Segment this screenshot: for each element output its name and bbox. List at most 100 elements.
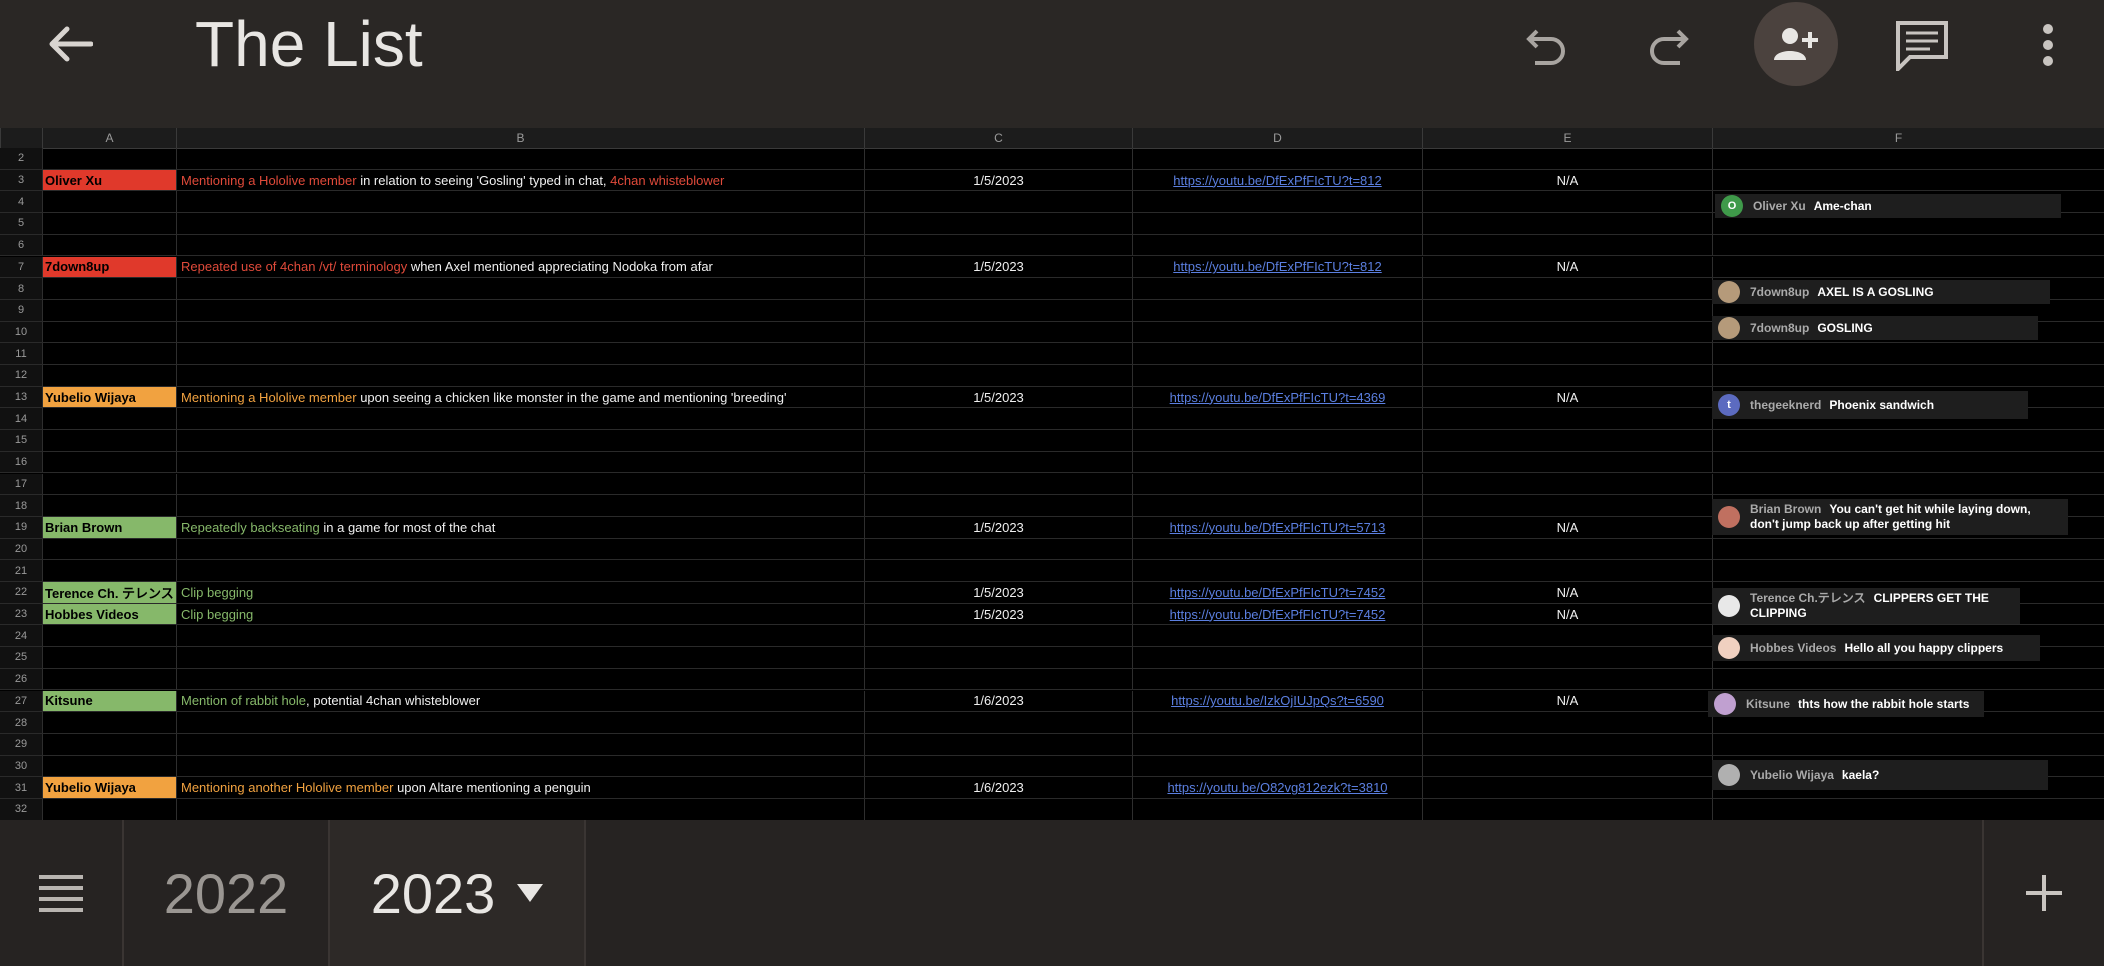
row-number[interactable]: 13 <box>0 386 42 408</box>
cell-a[interactable] <box>42 451 176 473</box>
cell-b[interactable] <box>176 451 864 473</box>
corner-cell[interactable] <box>0 128 42 148</box>
cell-b[interactable] <box>176 647 864 668</box>
cell-c[interactable] <box>864 365 1132 386</box>
spreadsheet-grid[interactable]: A B C D E F 2 3 Oliver Xu Mentioning a Holo… <box>0 128 2104 820</box>
date-cell[interactable]: 1/5/2023 <box>864 603 1132 625</box>
cell-e[interactable] <box>1422 755 1712 777</box>
cell-e[interactable] <box>1422 495 1712 516</box>
column-header-d[interactable]: D <box>1132 128 1422 148</box>
cell-c[interactable] <box>864 473 1132 495</box>
cell-b[interactable] <box>176 148 864 169</box>
cell-a[interactable] <box>42 560 176 581</box>
cell-b[interactable] <box>176 408 864 430</box>
row-number[interactable]: 19 <box>0 516 42 538</box>
cell-d[interactable] <box>1132 647 1422 668</box>
cell-a[interactable] <box>42 712 176 733</box>
date-cell[interactable]: 1/5/2023 <box>864 516 1132 538</box>
link-cell[interactable]: https://youtu.be/DfExPfFIcTU?t=7452 <box>1132 582 1422 603</box>
cell-a[interactable] <box>42 321 176 343</box>
column-header-e[interactable]: E <box>1422 128 1712 148</box>
cell-e[interactable] <box>1422 647 1712 668</box>
reason-cell[interactable]: Repeatedly backseating in a game for mos… <box>176 516 864 538</box>
cell-d[interactable] <box>1132 668 1422 690</box>
cell-e[interactable] <box>1422 321 1712 343</box>
cell-a[interactable] <box>42 668 176 690</box>
cell-c[interactable] <box>864 191 1132 213</box>
cell-d[interactable] <box>1132 495 1422 516</box>
cell-b[interactable] <box>176 733 864 755</box>
cell-f[interactable] <box>1712 668 2084 690</box>
cell-c[interactable] <box>864 451 1132 473</box>
cell-b[interactable] <box>176 213 864 234</box>
link-cell[interactable]: https://youtu.be/O82vg812ezk?t=3810 <box>1132 777 1422 798</box>
cell-c[interactable] <box>864 321 1132 343</box>
cell-d[interactable] <box>1132 625 1422 647</box>
row-number[interactable]: 15 <box>0 430 42 451</box>
video-link[interactable]: https://youtu.be/O82vg812ezk?t=3810 <box>1167 780 1387 795</box>
cell-f[interactable] <box>1712 733 2084 755</box>
reason-cell[interactable]: Mention of rabbit hole, potential 4chan … <box>176 690 864 712</box>
video-link[interactable]: https://youtu.be/DfExPfFIcTU?t=7452 <box>1170 585 1386 600</box>
cell-e[interactable] <box>1422 625 1712 647</box>
offender-name-cell[interactable]: Oliver Xu <box>42 169 176 191</box>
cell-a[interactable] <box>42 799 176 820</box>
cell-d[interactable] <box>1132 278 1422 299</box>
document-title[interactable]: The List <box>195 2 423 86</box>
cell-f[interactable] <box>1712 148 2084 169</box>
row-number[interactable]: 21 <box>0 560 42 581</box>
reason-cell[interactable]: Clip begging <box>176 582 864 603</box>
cell-c[interactable] <box>864 755 1132 777</box>
cell-e[interactable] <box>1422 148 1712 169</box>
reason-cell[interactable]: Mentioning another Hololive member upon … <box>176 777 864 798</box>
date-cell[interactable]: 1/5/2023 <box>864 386 1132 408</box>
cell-e[interactable] <box>1422 278 1712 299</box>
cell-d[interactable] <box>1132 712 1422 733</box>
cell-c[interactable] <box>864 213 1132 234</box>
cell-d[interactable] <box>1132 560 1422 581</box>
reason-cell[interactable]: Repeated use of 4chan /vt/ terminology w… <box>176 256 864 278</box>
cell-c[interactable] <box>864 278 1132 299</box>
row-number[interactable]: 20 <box>0 538 42 560</box>
date-cell[interactable]: 1/6/2023 <box>864 690 1132 712</box>
cell-f[interactable] <box>1712 234 2084 256</box>
reason-cell[interactable]: Clip begging <box>176 603 864 625</box>
cell-a[interactable] <box>42 365 176 386</box>
cell-f[interactable] <box>1712 560 2084 581</box>
cell-b[interactable] <box>176 299 864 321</box>
cell-f[interactable] <box>1712 256 2084 278</box>
cell-a[interactable] <box>42 538 176 560</box>
row-number[interactable]: 30 <box>0 755 42 777</box>
link-cell[interactable]: https://youtu.be/DfExPfFIcTU?t=7452 <box>1132 603 1422 625</box>
undo-icon[interactable] <box>1505 5 1585 85</box>
cell-d[interactable] <box>1132 321 1422 343</box>
cell-d[interactable] <box>1132 799 1422 820</box>
link-cell[interactable]: https://youtu.be/DfExPfFIcTU?t=812 <box>1132 169 1422 191</box>
cell-d[interactable] <box>1132 343 1422 364</box>
row-number[interactable]: 26 <box>0 668 42 690</box>
cell-d[interactable] <box>1132 234 1422 256</box>
cell-f[interactable] <box>1712 343 2084 364</box>
row-number[interactable]: 3 <box>0 169 42 191</box>
cell-a[interactable] <box>42 234 176 256</box>
cell-e[interactable] <box>1422 473 1712 495</box>
row-number[interactable]: 24 <box>0 625 42 647</box>
cell-b[interactable] <box>176 321 864 343</box>
cell-b[interactable] <box>176 799 864 820</box>
cell-d[interactable] <box>1132 473 1422 495</box>
cell-e[interactable] <box>1422 213 1712 234</box>
cell-c[interactable] <box>864 647 1132 668</box>
sheet-tab-2022[interactable]: 2022 <box>124 820 330 966</box>
cell-c[interactable] <box>864 625 1132 647</box>
back-arrow-icon[interactable] <box>40 20 100 68</box>
cell-e[interactable] <box>1422 799 1712 820</box>
link-cell[interactable]: https://youtu.be/DfExPfFIcTU?t=5713 <box>1132 516 1422 538</box>
cell-b[interactable] <box>176 234 864 256</box>
row-number[interactable]: 12 <box>0 365 42 386</box>
row-number[interactable]: 8 <box>0 278 42 299</box>
date-cell[interactable]: 1/5/2023 <box>864 256 1132 278</box>
cell-b[interactable] <box>176 625 864 647</box>
cell-d[interactable] <box>1132 430 1422 451</box>
cell-c[interactable] <box>864 799 1132 820</box>
cell-f[interactable] <box>1712 365 2084 386</box>
